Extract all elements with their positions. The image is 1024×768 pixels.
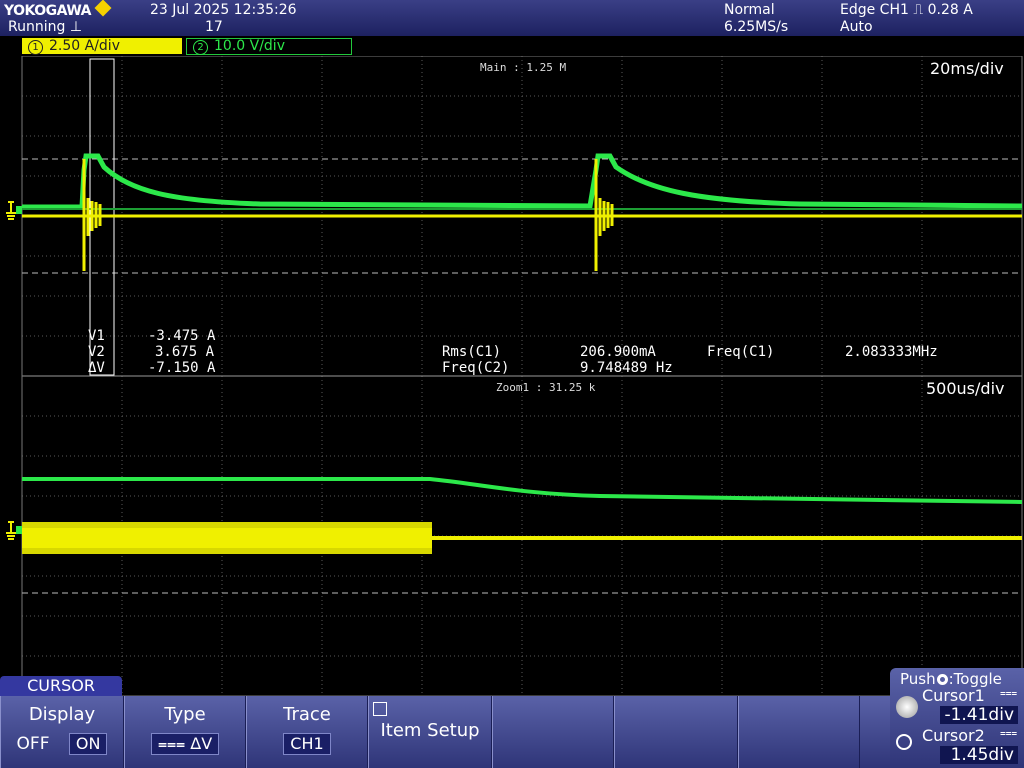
ground-marker-main[interactable] [6, 201, 22, 220]
trace-value: CH1 [283, 733, 331, 755]
knob-panel[interactable]: Push:Toggle Cursor1 ⩶ -1.41div Cursor2 ⩶… [890, 668, 1024, 768]
rms-c1-label: Rms(C1) [442, 344, 502, 360]
trigger-source: Edge CH1 ⎍ 0.28 A [840, 2, 973, 18]
item-setup-label: Item Setup [380, 720, 480, 741]
acquisition-mode: Normal [724, 2, 775, 18]
display-softkey[interactable]: Display OFF ON [0, 696, 124, 768]
cursor1-label: Cursor1 [922, 686, 985, 705]
ch1-scale-box[interactable]: 1 2.50 A/div [22, 38, 182, 55]
ground-marker-zoom[interactable] [6, 521, 22, 540]
channel-scale-row: 1 2.50 A/div 2 10.0 V/div [0, 36, 1024, 56]
cursor2-value[interactable]: 1.45div [940, 746, 1018, 764]
ch2-number: 2 [193, 40, 208, 55]
zoom-timebase: 500us/div [926, 379, 1005, 398]
item-setup-softkey[interactable]: Item Setup [368, 696, 492, 768]
freq-c2-value: 9.748489 Hz [580, 360, 673, 376]
freq-c1-value: 2.083333MHz [845, 344, 938, 360]
cursor2-label: Cursor2 [922, 726, 985, 745]
main-record-label: Main : 1.25 M [480, 61, 567, 74]
cursor1-knob-icon[interactable] [896, 696, 918, 718]
cursor1-lines-icon: ⩶ [1000, 688, 1018, 699]
empty-softkey-6[interactable] [614, 696, 738, 768]
knob-push-icon [936, 674, 948, 685]
status-bar: YOKOGAWA 23 Jul 2025 12:35:26 Running ⊥ … [0, 0, 1024, 36]
zoom-record-label: Zoom1 : 31.25 k [496, 381, 596, 394]
acquisition-count: 17 [205, 19, 223, 35]
trace-label: Trace [283, 704, 331, 725]
trigger-run-icon: ⊥ [69, 19, 83, 35]
waveform-display[interactable] [0, 56, 1024, 696]
ch1-scale: 2.50 A/div [49, 38, 120, 54]
freq-c1-label: Freq(C1) [707, 344, 775, 360]
softkey-bar: Display OFF ON Type ⩶ ΔV Trace CH1 Item … [0, 696, 890, 768]
trigger-mode: Auto [840, 19, 873, 35]
submenu-icon [373, 702, 387, 716]
empty-softkey-5[interactable] [492, 696, 614, 768]
run-state: Running ⊥ [8, 19, 83, 35]
cursor1-value[interactable]: -1.41div [940, 706, 1018, 724]
diamond-icon [94, 0, 112, 17]
cursor-menu-tab[interactable]: CURSOR [0, 676, 122, 696]
sample-rate: 6.25MS/s [724, 19, 789, 35]
empty-softkey-7[interactable] [738, 696, 860, 768]
cursor-v1-value: -3.475 A [148, 328, 216, 344]
type-label: Type [164, 704, 206, 725]
main-timebase: 20ms/div [930, 59, 1004, 78]
display-label: Display [28, 704, 96, 725]
ch2-scale: 10.0 V/div [214, 38, 285, 54]
cursor-v2-label: V2 [88, 344, 105, 360]
rms-c1-value: 206.900mA [580, 344, 656, 360]
type-softkey[interactable]: Type ⩶ ΔV [124, 696, 246, 768]
display-on-option[interactable]: ON [68, 733, 108, 755]
cursor2-knob-icon[interactable] [896, 734, 912, 750]
cursor-v1-label: V1 [88, 328, 105, 344]
display-off-option[interactable]: OFF [17, 734, 50, 754]
hbars-icon: ⩶ [157, 734, 191, 753]
date-time: 23 Jul 2025 12:35:26 [150, 2, 297, 18]
cursor2-lines-icon: ⩶ [1000, 728, 1018, 739]
type-value: ⩶ ΔV [150, 733, 220, 755]
cursor-dv-label: ΔV [88, 360, 105, 376]
cursor-dv-value: -7.150 A [148, 360, 216, 376]
rising-edge-icon: ⎍ [913, 2, 924, 18]
cursor-v2-value: 3.675 A [155, 344, 215, 360]
ch2-scale-box[interactable]: 2 10.0 V/div [186, 38, 352, 55]
freq-c2-label: Freq(C2) [442, 360, 510, 376]
trace-softkey[interactable]: Trace CH1 [246, 696, 368, 768]
ch1-number: 1 [28, 40, 43, 55]
brand-logo: YOKOGAWA [4, 0, 112, 19]
